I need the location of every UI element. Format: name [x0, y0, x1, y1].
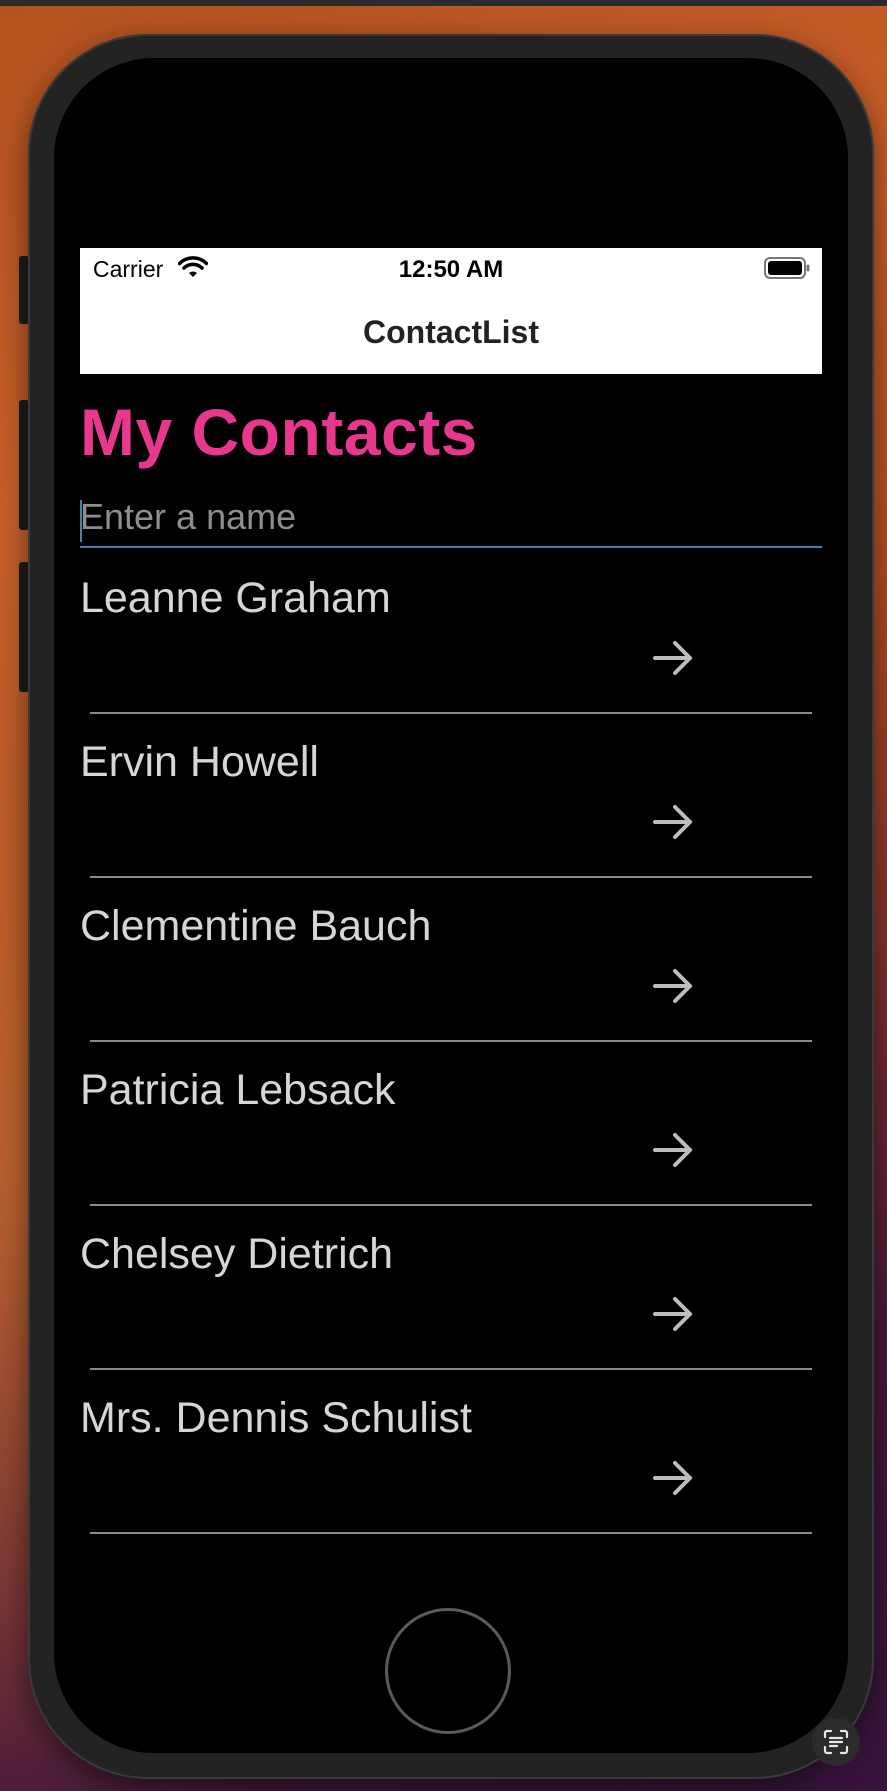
contact-list: Leanne Graham Ervin Howell Clementine Ba…	[80, 550, 822, 1534]
search-input[interactable]	[80, 488, 822, 548]
text-caret	[80, 500, 82, 542]
contact-name: Mrs. Dennis Schulist	[80, 1394, 472, 1442]
contact-name: Chelsey Dietrich	[80, 1230, 394, 1278]
contact-row[interactable]: Clementine Bauch	[80, 878, 822, 1042]
home-button[interactable]	[385, 1608, 511, 1734]
contact-row[interactable]: Mrs. Dennis Schulist	[80, 1370, 822, 1534]
contact-name: Patricia Lebsack	[80, 1066, 396, 1114]
page-title: My Contacts	[80, 395, 478, 469]
desktop-edge	[0, 0, 887, 6]
arrow-right-icon[interactable]	[650, 963, 696, 1009]
live-text-icon	[823, 1729, 849, 1755]
app-screen: Carrier 12:50 AM ContactList My Contacts…	[80, 248, 822, 1553]
status-bar: Carrier 12:50 AM	[80, 248, 822, 290]
status-time: 12:50 AM	[398, 256, 504, 283]
arrow-right-icon[interactable]	[650, 1127, 696, 1173]
arrow-right-icon[interactable]	[650, 799, 696, 845]
live-text-button[interactable]	[812, 1718, 860, 1766]
contact-row[interactable]: Chelsey Dietrich	[80, 1206, 822, 1370]
contact-name: Leanne Graham	[80, 574, 391, 622]
arrow-right-icon[interactable]	[650, 1291, 696, 1337]
contact-name: Ervin Howell	[80, 738, 319, 786]
battery-icon	[764, 257, 810, 285]
row-separator	[90, 1532, 812, 1534]
nav-title: ContactList	[363, 313, 539, 350]
navigation-bar: ContactList	[80, 290, 822, 374]
contact-name: Clementine Bauch	[80, 902, 432, 950]
contact-row[interactable]: Leanne Graham	[80, 550, 822, 714]
arrow-right-icon[interactable]	[650, 1455, 696, 1501]
contact-row[interactable]: Ervin Howell	[80, 714, 822, 878]
contact-row[interactable]: Patricia Lebsack	[80, 1042, 822, 1206]
arrow-right-icon[interactable]	[650, 635, 696, 681]
